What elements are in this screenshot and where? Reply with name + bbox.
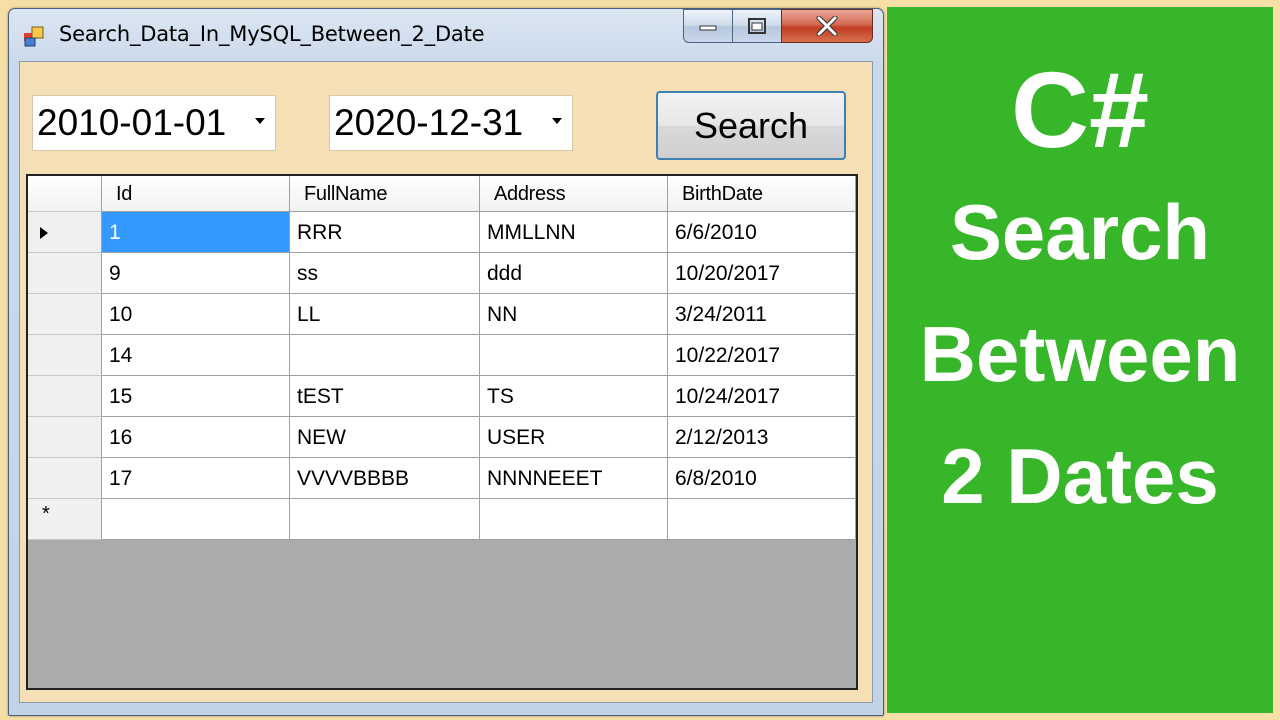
table-cell-address[interactable]: NNNNEEET [480,458,668,499]
maximize-button[interactable] [732,9,782,43]
table-cell-address[interactable] [480,335,668,376]
table-cell-birthdate[interactable]: 2/12/2013 [668,417,856,458]
close-icon [816,16,838,36]
date-from-picker[interactable]: 2010-01-01 [32,95,276,151]
table-cell-id[interactable]: 17 [102,458,290,499]
maximize-icon [748,18,766,34]
table-cell-fullname[interactable]: ss [290,253,480,294]
banner-panel: C# Search Between 2 Dates [887,7,1273,713]
minimize-icon [699,25,717,31]
banner-line-1: C# [1010,49,1150,170]
table-cell-address[interactable]: MMLLNN [480,212,668,253]
grid-corner-header[interactable] [28,176,102,212]
table-cell-birthdate[interactable]: 6/6/2010 [668,212,856,253]
dropdown-arrow-icon[interactable] [552,118,562,124]
row-header[interactable] [28,376,102,417]
table-cell-address[interactable]: NN [480,294,668,335]
table-row[interactable]: 9 ss ddd 10/20/2017 [28,253,856,294]
column-header-fullname[interactable]: FullName [290,176,480,212]
form-client-area: 2010-01-01 2020-12-31 Search Id FullName A… [19,61,873,703]
row-header[interactable] [28,417,102,458]
table-row[interactable]: 15 tEST TS 10/24/2017 [28,376,856,417]
dropdown-arrow-icon[interactable] [255,118,265,124]
column-header-id[interactable]: Id [102,176,290,212]
table-cell-id[interactable]: 9 [102,253,290,294]
new-row[interactable]: * [28,499,856,540]
close-button[interactable] [781,9,873,43]
banner-line-4: 2 Dates [941,432,1219,520]
search-button[interactable]: Search [656,91,846,160]
banner-line-2: Search [949,188,1211,276]
table-cell-id[interactable]: 16 [102,417,290,458]
table-cell-birthdate[interactable]: 10/22/2017 [668,335,856,376]
window-title: Search_Data_In_MySQL_Between_2_Date [59,22,485,46]
table-row[interactable]: 1 RRR MMLLNN 6/6/2010 [28,212,856,253]
table-cell-fullname[interactable]: RRR [290,212,480,253]
new-row-marker-icon: * [42,503,50,525]
row-header[interactable]: * [28,499,102,540]
table-cell-birthdate[interactable]: 10/20/2017 [668,253,856,294]
row-header[interactable] [28,212,102,253]
column-header-birthdate[interactable]: BirthDate [668,176,856,212]
minimize-button[interactable] [683,9,733,43]
table-cell-id[interactable]: 1 [102,212,290,253]
grid-header-row: Id FullName Address BirthDate [28,176,856,212]
app-window: Search_Data_In_MySQL_Between_2_Date 2010… [8,8,884,716]
table-cell-id[interactable]: 14 [102,335,290,376]
table-cell-birthdate[interactable]: 6/8/2010 [668,458,856,499]
banner-line-3: Between [919,310,1241,398]
table-row[interactable]: 17 VVVVBBBB NNNNEEET 6/8/2010 [28,458,856,499]
table-cell-birthdate[interactable]: 3/24/2011 [668,294,856,335]
table-cell-birthdate[interactable]: 10/24/2017 [668,376,856,417]
table-cell-fullname[interactable]: VVVVBBBB [290,458,480,499]
new-row-cell-birthdate[interactable] [668,499,856,540]
data-grid[interactable]: Id FullName Address BirthDate 1 RRR MMLLNN 6/6/… [26,174,858,690]
table-cell-fullname[interactable]: tEST [290,376,480,417]
new-row-cell-id[interactable] [102,499,290,540]
row-header[interactable] [28,253,102,294]
table-cell-address[interactable]: ddd [480,253,668,294]
table-row[interactable]: 14 10/22/2017 [28,335,856,376]
table-cell-fullname[interactable]: NEW [290,417,480,458]
date-to-value: 2020-12-31 [334,102,524,143]
app-icon [24,26,44,47]
row-header[interactable] [28,335,102,376]
table-cell-address[interactable]: TS [480,376,668,417]
new-row-cell-address[interactable] [480,499,668,540]
column-header-address[interactable]: Address [480,176,668,212]
table-cell-fullname[interactable] [290,335,480,376]
date-from-value: 2010-01-01 [37,102,227,143]
row-header[interactable] [28,458,102,499]
new-row-cell-fullname[interactable] [290,499,480,540]
table-cell-address[interactable]: USER [480,417,668,458]
date-to-picker[interactable]: 2020-12-31 [329,95,573,151]
row-header[interactable] [28,294,102,335]
table-row[interactable]: 10 LL NN 3/24/2011 [28,294,856,335]
title-bar[interactable]: Search_Data_In_MySQL_Between_2_Date [9,9,883,59]
table-row[interactable]: 16 NEW USER 2/12/2013 [28,417,856,458]
table-cell-fullname[interactable]: LL [290,294,480,335]
current-row-indicator-icon [40,227,48,239]
table-cell-id[interactable]: 10 [102,294,290,335]
table-cell-id[interactable]: 15 [102,376,290,417]
